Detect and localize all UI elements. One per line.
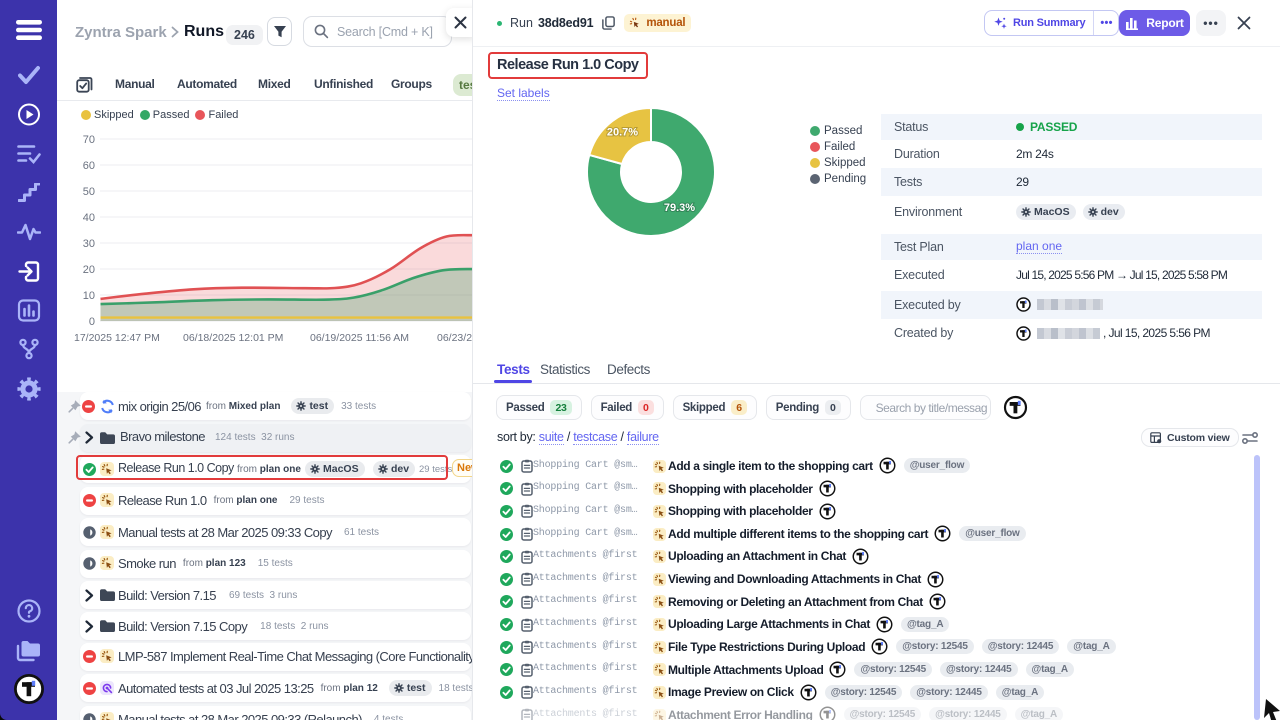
svg-text:60: 60	[83, 160, 95, 172]
svg-text:06/18/2025 12:01 PM: 06/18/2025 12:01 PM	[183, 332, 283, 344]
svg-text:06/19/2025 11:56 AM: 06/19/2025 11:56 AM	[310, 332, 409, 344]
svg-text:40: 40	[83, 212, 95, 224]
svg-text:10: 10	[83, 290, 95, 302]
svg-text:79.3%: 79.3%	[664, 202, 695, 214]
svg-text:20: 20	[83, 264, 95, 276]
svg-text:30: 30	[83, 238, 95, 250]
svg-text:20.7%: 20.7%	[607, 127, 638, 139]
svg-text:06/23/2025: 06/23/2025	[437, 332, 473, 344]
svg-text:50: 50	[83, 186, 95, 198]
svg-text:70: 70	[83, 134, 95, 146]
svg-text:17/2025 12:47 PM: 17/2025 12:47 PM	[74, 332, 160, 344]
svg-text:0: 0	[89, 316, 95, 328]
